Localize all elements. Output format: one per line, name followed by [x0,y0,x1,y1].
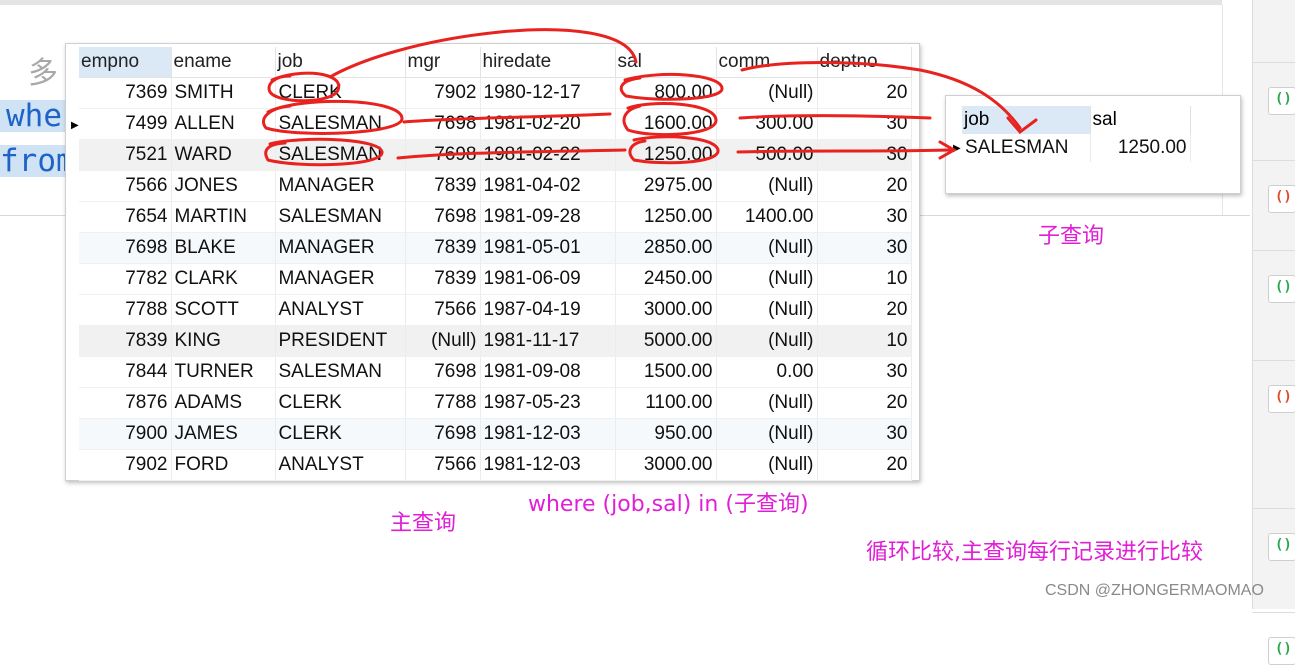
bracket-icon[interactable]: () [1268,637,1295,665]
handwritten-annotations [262,28,1038,167]
circle-sal-3 [628,135,720,165]
arc-comm-to-sub-job [740,61,1022,130]
arc-job-to-sal [328,28,638,79]
strike-row-2b [738,114,932,120]
circle-sal-1 [619,72,724,101]
side-separator [1252,612,1295,613]
circle-sal-2 [622,102,718,137]
circle-salesman-2 [264,137,384,167]
strike-row-3 [396,148,627,160]
strike-row-2 [402,112,612,124]
circle-salesman-1 [262,99,404,135]
circle-clerk [267,71,341,103]
strike-row-3b [736,148,952,154]
